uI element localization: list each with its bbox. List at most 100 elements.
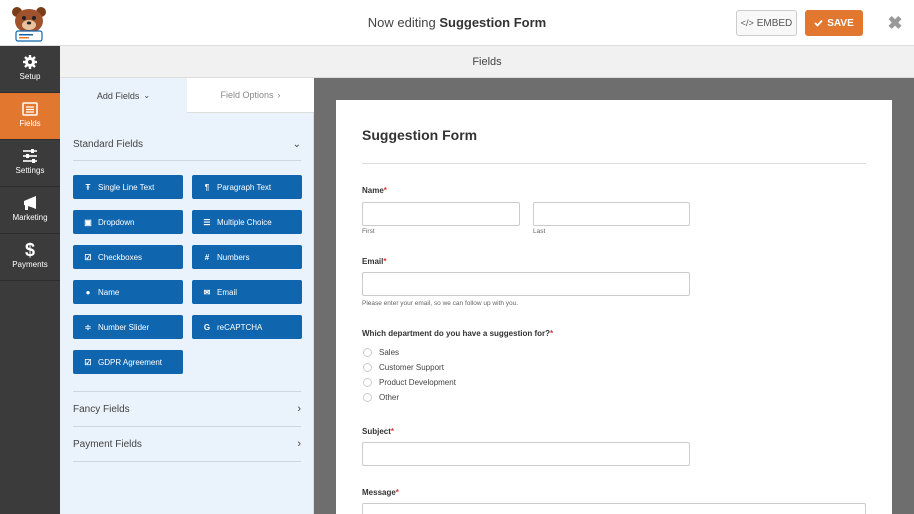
field-button-numbers[interactable]: # Numbers — [192, 245, 302, 269]
email-input[interactable] — [362, 272, 690, 296]
slider-icon: ≑ — [84, 322, 92, 332]
close-icon[interactable]: ✖ — [886, 13, 904, 33]
google-icon: G — [203, 322, 211, 332]
gear-icon — [23, 55, 37, 69]
checkmark-icon — [814, 19, 823, 27]
first-name-input[interactable] — [362, 202, 520, 226]
radio-option-product-development[interactable]: Product Development — [363, 378, 456, 387]
email-help-text: Please enter your email, so we can follo… — [362, 300, 519, 307]
field-button-label: Paragraph Text — [217, 182, 272, 192]
standard-fields-toggle[interactable]: Standard Fields ⌄ — [73, 127, 301, 161]
chevron-right-icon: › — [277, 90, 281, 100]
field-button-checkboxes[interactable]: ☑ Checkboxes — [73, 245, 183, 269]
field-button-label: Email — [217, 287, 238, 297]
form-title: Suggestion Form — [362, 127, 478, 143]
name-field-label: Name* — [362, 186, 387, 195]
radio-button[interactable] — [363, 378, 372, 387]
subject-field-label: Subject* — [362, 427, 395, 436]
field-button-label: reCAPTCHA — [217, 322, 263, 332]
field-button-name[interactable]: ● Name — [73, 280, 183, 304]
field-button-label: Checkboxes — [98, 252, 143, 262]
chevron-down-icon: ⌄ — [292, 138, 301, 150]
nav-item-fields[interactable]: Fields — [0, 93, 60, 140]
list-icon — [22, 102, 38, 116]
radio-label: Customer Support — [379, 363, 444, 372]
payment-fields-title: Payment Fields — [73, 438, 142, 450]
required-mark: * — [395, 488, 399, 497]
envelope-icon: ✉ — [203, 287, 211, 297]
last-name-input[interactable] — [533, 202, 690, 226]
divider — [73, 160, 301, 161]
sliders-icon — [23, 149, 37, 163]
radio-button[interactable] — [363, 393, 372, 402]
radio-label: Sales — [379, 348, 400, 357]
field-button-label: Numbers — [217, 252, 250, 262]
embed-button[interactable]: </> EMBED — [736, 10, 797, 36]
required-mark: * — [383, 186, 387, 195]
form-preview: Suggestion Form Name* First Last Email* … — [336, 100, 892, 514]
message-field-label: Message* — [362, 488, 399, 497]
first-sublabel: First — [362, 228, 375, 235]
save-button[interactable]: SAVE — [805, 10, 863, 36]
radio-option-sales[interactable]: Sales — [363, 348, 399, 357]
list-icon: ☰ — [203, 217, 211, 227]
nav-label-fields: Fields — [19, 119, 41, 128]
chevron-right-icon: › — [297, 403, 301, 415]
nav-label-marketing: Marketing — [12, 213, 48, 222]
save-label: SAVE — [827, 17, 854, 29]
required-mark: * — [383, 257, 387, 266]
megaphone-icon — [24, 196, 36, 210]
nav-item-setup[interactable]: Setup — [0, 46, 60, 93]
department-field-label: Which department do you have a suggestio… — [362, 329, 554, 338]
divider — [362, 163, 866, 164]
email-field-label: Email* — [362, 257, 387, 266]
nav-item-marketing[interactable]: Marketing — [0, 187, 60, 234]
subject-input[interactable] — [362, 442, 690, 466]
required-mark: * — [550, 329, 554, 338]
dollar-icon: $ — [24, 240, 35, 260]
field-button-label: Multiple Choice — [217, 217, 272, 227]
nav-item-settings[interactable]: Settings — [0, 140, 60, 187]
chevron-down-icon: ⌄ — [143, 91, 151, 100]
field-button-recaptcha[interactable]: G reCAPTCHA — [192, 315, 302, 339]
message-textarea[interactable] — [362, 503, 866, 514]
left-nav: Setup Fields Settings Marketing $ Paymen… — [0, 46, 60, 514]
field-button-multiple-choice[interactable]: ☰ Multiple Choice — [192, 210, 302, 234]
standard-fields-title: Standard Fields — [73, 138, 144, 150]
field-button-gdpr-agreement[interactable]: ☑ GDPR Agreement — [73, 350, 183, 374]
fields-panel: Add Fields ⌄ Field Options › Standard Fi… — [60, 78, 314, 514]
tab-field-options[interactable]: Field Options › — [187, 78, 314, 113]
tab-add-fields[interactable]: Add Fields ⌄ — [60, 78, 187, 113]
dropdown-icon: ▣ — [84, 217, 92, 227]
field-button-email[interactable]: ✉ Email — [192, 280, 302, 304]
field-button-label: Number Slider — [98, 322, 150, 332]
nav-label-settings: Settings — [15, 166, 45, 175]
section-header: Fields — [60, 46, 914, 78]
field-button-single-line-text[interactable]: Ŧ Single Line Text — [73, 175, 183, 199]
text-icon: Ŧ — [85, 182, 91, 192]
field-button-number-slider[interactable]: ≑ Number Slider — [73, 315, 183, 339]
field-button-paragraph-text[interactable]: ¶ Paragraph Text — [192, 175, 302, 199]
radio-option-other[interactable]: Other — [363, 393, 399, 402]
field-button-dropdown[interactable]: ▣ Dropdown — [73, 210, 183, 234]
payment-fields-toggle[interactable]: Payment Fields › — [73, 427, 301, 461]
user-icon: ● — [85, 287, 91, 297]
form-name-title: Suggestion Form — [439, 15, 547, 30]
fancy-fields-toggle[interactable]: Fancy Fields › — [73, 392, 301, 426]
radio-option-customer-support[interactable]: Customer Support — [363, 363, 444, 372]
radio-button[interactable] — [363, 363, 372, 372]
radio-button[interactable] — [363, 348, 372, 357]
nav-label-setup: Setup — [19, 72, 41, 81]
code-icon: </> — [740, 18, 754, 28]
nav-label-payments: Payments — [12, 260, 48, 269]
checkbox-icon: ☑ — [84, 357, 92, 367]
last-sublabel: Last — [533, 228, 546, 235]
chevron-right-icon: › — [297, 438, 301, 450]
divider — [73, 461, 301, 462]
radio-label: Product Development — [379, 378, 456, 387]
required-mark: * — [390, 427, 395, 436]
top-bar: Now editing Suggestion Form </> EMBED SA… — [0, 0, 914, 46]
embed-label: EMBED — [756, 17, 793, 29]
field-button-label: Name — [98, 287, 120, 297]
nav-item-payments[interactable]: $ Payments — [0, 234, 60, 281]
